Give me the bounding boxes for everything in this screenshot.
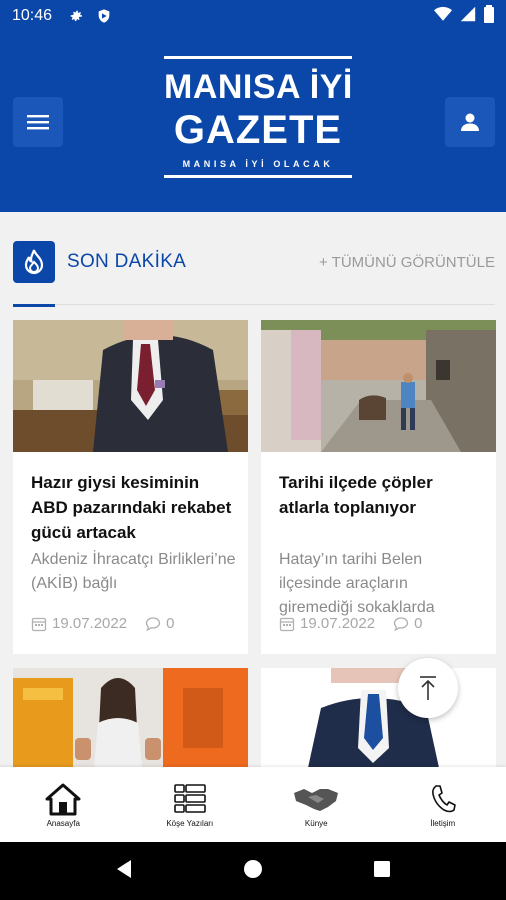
user-icon xyxy=(461,113,479,131)
nav-contact[interactable]: İletişim xyxy=(380,767,506,842)
nav-imprint[interactable]: Künye xyxy=(253,767,380,842)
nav-label: Anasayfa xyxy=(46,819,80,828)
news-image xyxy=(13,320,248,452)
news-comment-count: 0 xyxy=(414,615,423,632)
nav-label: Köşe Yazıları xyxy=(166,819,214,828)
news-image xyxy=(261,320,496,452)
news-card[interactable]: Hazır giysi kesiminin ABD pazarındaki re… xyxy=(13,320,248,654)
logo-slogan: MANISA İYİ OLACAK xyxy=(182,159,334,169)
menu-button[interactable] xyxy=(13,97,63,147)
section-divider xyxy=(13,304,495,305)
hamburger-icon xyxy=(27,115,49,130)
news-card[interactable] xyxy=(13,668,248,767)
logo-line2: GAZETE xyxy=(173,108,343,152)
news-meta: 19.07.2022 0 xyxy=(31,615,174,632)
news-meta: 19.07.2022 0 xyxy=(279,615,422,632)
recents-icon[interactable] xyxy=(373,860,391,883)
news-card[interactable] xyxy=(261,668,496,767)
user-button[interactable] xyxy=(445,97,495,147)
home-circle-icon[interactable] xyxy=(243,859,263,884)
handshake-icon xyxy=(292,781,340,817)
news-image xyxy=(261,668,496,767)
system-navigation-bar xyxy=(0,842,506,900)
signal-icon xyxy=(460,6,476,27)
status-time: 10:46 xyxy=(12,7,53,24)
comment-icon xyxy=(393,616,409,632)
calendar-icon xyxy=(31,616,47,632)
see-all-link[interactable]: + TÜMÜNÜ GÖRÜNTÜLE xyxy=(319,254,495,271)
section-divider-accent xyxy=(13,304,55,307)
arrow-up-icon xyxy=(420,676,436,700)
logo-line1: MANISA İYİ xyxy=(164,68,353,106)
nav-label: Künye xyxy=(304,819,328,828)
home-icon xyxy=(44,781,82,817)
fire-icon xyxy=(13,241,55,283)
news-date: 19.07.2022 xyxy=(300,615,376,632)
grid-icon xyxy=(173,781,207,817)
scroll-top-button[interactable] xyxy=(398,658,458,718)
site-logo[interactable]: MANISA İYİ GAZETE MANISA İYİ OLACAK xyxy=(164,56,352,186)
section-title: SON DAKİKA xyxy=(67,251,187,272)
news-excerpt: Hatay’ın tarihi Belen ilçesinde araçları… xyxy=(279,551,435,616)
shield-icon xyxy=(94,6,114,26)
app-header: MANISA İYİ GAZETE MANISA İYİ OLACAK xyxy=(0,32,506,212)
section-header: SON DAKİKA + TÜMÜNÜ GÖRÜNTÜLE xyxy=(13,241,495,283)
calendar-icon xyxy=(279,616,295,632)
news-title[interactable]: Hazır giysi kesiminin ABD pazarındaki re… xyxy=(31,470,236,545)
back-icon[interactable] xyxy=(115,859,133,884)
news-title[interactable]: Tarihi ilçede çöpler atlarla toplanıyor xyxy=(279,470,484,520)
nav-label: İletişim xyxy=(430,819,456,828)
news-card[interactable]: Tarihi ilçede çöpler atlarla toplanıyor … xyxy=(261,320,496,654)
news-excerpt: Akdeniz İhracatçı Birlikleri’ne (AKİB) b… xyxy=(31,551,236,592)
wifi-icon xyxy=(434,6,452,27)
nav-home[interactable]: Anasayfa xyxy=(0,767,127,842)
nav-columns[interactable]: Köşe Yazıları xyxy=(127,767,254,842)
bottom-navigation: Anasayfa Köşe Yazıları Künye İletişim xyxy=(0,767,506,842)
news-image xyxy=(13,668,248,767)
battery-icon xyxy=(484,4,494,28)
settings-icon xyxy=(66,6,86,26)
news-comment-count: 0 xyxy=(166,615,175,632)
news-date: 19.07.2022 xyxy=(52,615,128,632)
comment-icon xyxy=(145,616,161,632)
phone-icon xyxy=(430,781,456,817)
status-bar: 10:46 xyxy=(0,0,506,32)
